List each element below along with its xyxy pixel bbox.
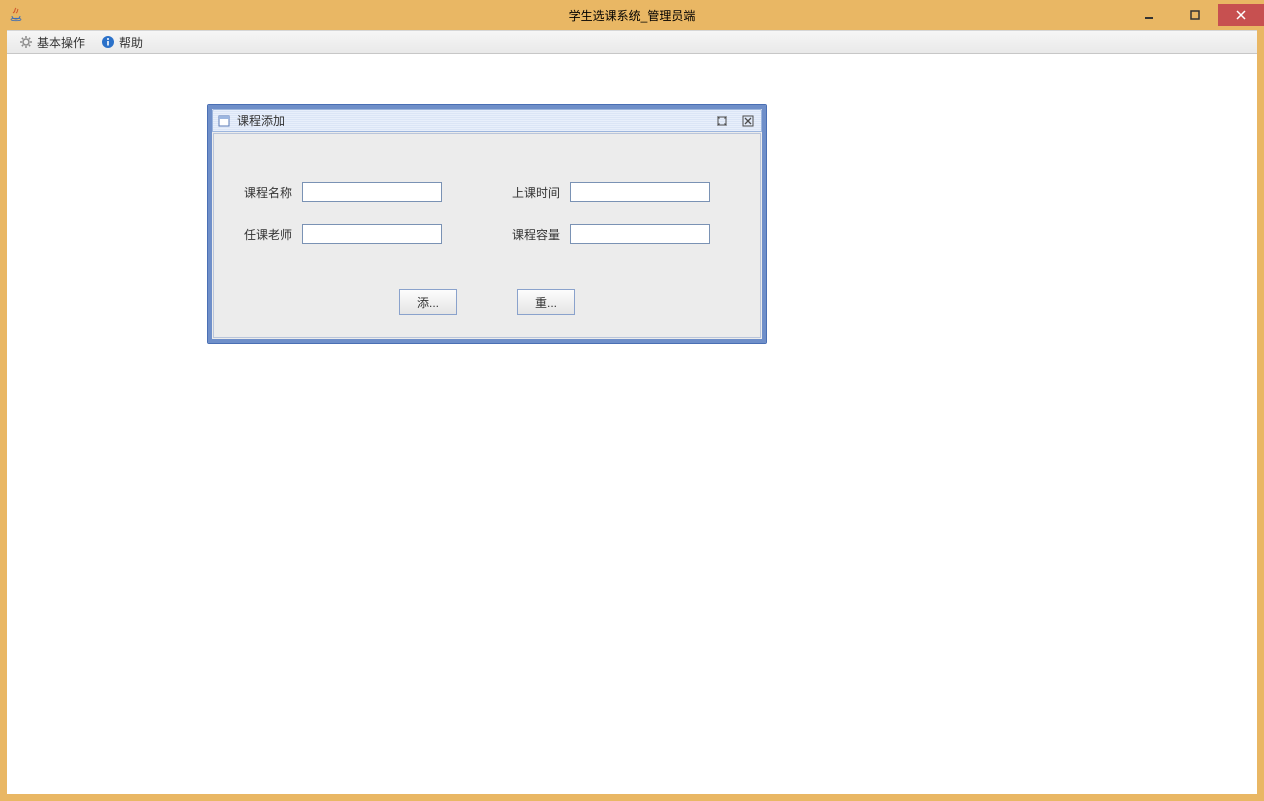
internal-frame-titlebar[interactable]: 课程添加 — [212, 109, 762, 132]
menu-basic-operations[interactable]: 基本操作 — [13, 32, 91, 52]
label-instructor: 任课老师 — [244, 226, 292, 243]
maximize-button[interactable] — [1172, 4, 1218, 26]
titlebar: 学生选课系统_管理员端 — [0, 0, 1264, 30]
label-class-time: 上课时间 — [512, 184, 560, 201]
input-instructor[interactable] — [302, 224, 442, 244]
internal-frame-title: 课程添加 — [237, 112, 285, 129]
button-row: 添... 重... — [214, 289, 760, 315]
internal-frame-body: 课程名称 上课时间 任课老师 课程容量 添... 重... — [213, 133, 761, 338]
mdi-desktop: 课程添加 课程名称 — [7, 54, 1257, 794]
menu-help[interactable]: 帮助 — [95, 32, 149, 52]
input-capacity[interactable] — [570, 224, 710, 244]
window-title: 学生选课系统_管理员端 — [569, 7, 696, 24]
input-class-time[interactable] — [570, 182, 710, 202]
label-course-name: 课程名称 — [244, 184, 292, 201]
label-capacity: 课程容量 — [512, 226, 560, 243]
reset-button[interactable]: 重... — [517, 289, 575, 315]
internal-frame-course-add: 课程添加 课程名称 — [207, 104, 767, 344]
add-button[interactable]: 添... — [399, 289, 457, 315]
internal-close-button[interactable] — [739, 113, 757, 129]
java-cup-icon — [8, 7, 24, 23]
menu-label: 帮助 — [119, 34, 143, 51]
gear-icon — [19, 35, 33, 49]
minimize-button[interactable] — [1126, 4, 1172, 26]
input-course-name[interactable] — [302, 182, 442, 202]
menubar: 基本操作 帮助 — [7, 30, 1257, 54]
info-icon — [101, 35, 115, 49]
app-window: 学生选课系统_管理员端 — [0, 0, 1264, 801]
window-icon — [217, 114, 231, 128]
form-grid: 课程名称 上课时间 任课老师 课程容量 — [244, 182, 710, 244]
close-button[interactable] — [1218, 4, 1264, 26]
window-controls — [1126, 4, 1264, 26]
menu-label: 基本操作 — [37, 34, 85, 51]
internal-maximize-button[interactable] — [713, 113, 731, 129]
